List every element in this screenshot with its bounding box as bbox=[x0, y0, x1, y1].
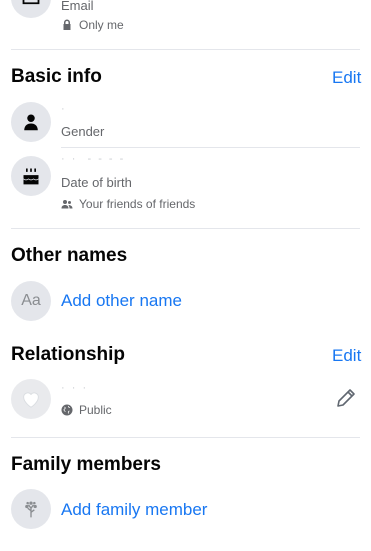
relationship-privacy-label: Public bbox=[79, 403, 112, 417]
email-label: Email bbox=[61, 0, 94, 13]
email-icon-circle bbox=[11, 0, 51, 18]
partner-avatar[interactable] bbox=[11, 379, 51, 419]
birth-privacy-label: Your friends of friends bbox=[79, 197, 196, 211]
friends-icon bbox=[61, 200, 73, 209]
other-names-heading: Other names bbox=[11, 245, 128, 266]
birth-value-redacted: · · - - - - bbox=[61, 153, 126, 165]
name-icon-circle: Aa bbox=[11, 281, 51, 321]
divider bbox=[11, 49, 360, 50]
edit-relationship-button[interactable] bbox=[334, 386, 360, 412]
birth-privacy: Your friends of friends bbox=[61, 197, 195, 211]
birth-label: Date of birth bbox=[61, 175, 132, 190]
add-other-name-button[interactable]: Add other name bbox=[61, 291, 182, 311]
profile-about-page: Email Only me Basic info Edit · Gender ·… bbox=[0, 0, 371, 551]
basic-info-edit-button[interactable]: Edit bbox=[332, 68, 361, 88]
family-members-heading: Family members bbox=[11, 454, 161, 475]
divider bbox=[11, 437, 360, 438]
globe-icon bbox=[61, 404, 73, 416]
relationship-edit-button[interactable]: Edit bbox=[332, 346, 361, 366]
person-icon bbox=[24, 114, 38, 131]
relationship-privacy: Public bbox=[61, 403, 112, 417]
family-icon-circle bbox=[11, 489, 51, 529]
heart-icon bbox=[23, 392, 39, 408]
pencil-icon bbox=[337, 389, 355, 407]
relationship-heading: Relationship bbox=[11, 344, 126, 365]
birthday-icon-circle bbox=[11, 156, 51, 196]
birthday-cake-icon bbox=[23, 168, 39, 185]
add-family-member-button[interactable]: Add family member bbox=[61, 500, 207, 520]
basic-info-heading: Basic info bbox=[11, 66, 102, 87]
gender-icon-circle bbox=[11, 102, 51, 142]
lock-icon bbox=[63, 19, 71, 30]
email-privacy: Only me bbox=[61, 18, 124, 32]
divider bbox=[11, 228, 360, 229]
email-privacy-label: Only me bbox=[79, 18, 124, 32]
family-tree-icon bbox=[25, 501, 37, 518]
divider bbox=[61, 147, 360, 148]
relationship-value-redacted: · · · bbox=[61, 382, 89, 394]
gender-value-redacted: · bbox=[61, 103, 67, 115]
envelope-icon bbox=[22, 0, 40, 5]
text-aa-icon: Aa bbox=[21, 292, 41, 309]
gender-label: Gender bbox=[61, 124, 105, 139]
